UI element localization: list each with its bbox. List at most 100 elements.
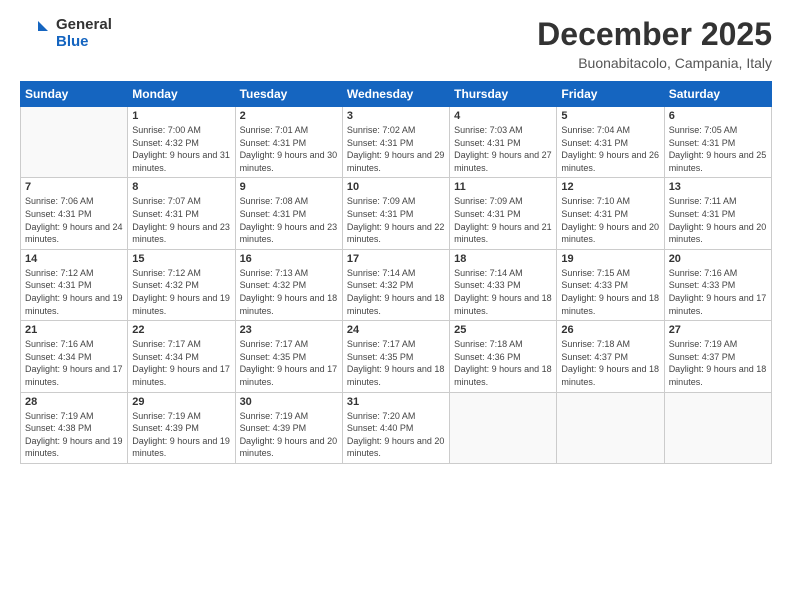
sunset-label: Sunset: 4:31 PM <box>669 209 736 219</box>
day-number: 19 <box>561 253 659 265</box>
sunset-label: Sunset: 4:31 PM <box>240 138 307 148</box>
day-info: Sunrise: 7:17 AM Sunset: 4:34 PM Daylight:… <box>132 338 230 388</box>
day-number: 21 <box>25 324 123 336</box>
day-number: 20 <box>669 253 767 265</box>
daylight-label: Daylight: 9 hours and 18 minutes. <box>561 293 659 316</box>
daylight-label: Daylight: 9 hours and 17 minutes. <box>25 364 123 387</box>
daylight-label: Daylight: 9 hours and 18 minutes. <box>347 364 445 387</box>
sunrise-label: Sunrise: 7:06 AM <box>25 196 94 206</box>
day-number: 18 <box>454 253 552 265</box>
day-number: 14 <box>25 253 123 265</box>
daylight-label: Daylight: 9 hours and 17 minutes. <box>132 364 230 387</box>
day-info: Sunrise: 7:17 AMSunset: 4:35 PMDaylight:… <box>347 338 445 388</box>
sunrise-label: Sunrise: 7:09 AM <box>347 196 416 206</box>
calendar-cell: 27Sunrise: 7:19 AMSunset: 4:37 PMDayligh… <box>664 321 771 392</box>
sunrise-label: Sunrise: 7:18 AM <box>561 339 630 349</box>
sunset-label: Sunset: 4:32 PM <box>132 138 199 148</box>
sunrise-label: Sunrise: 7:12 AM <box>132 268 201 278</box>
day-info: Sunrise: 7:12 AMSunset: 4:31 PMDaylight:… <box>25 267 123 317</box>
calendar-cell: 28Sunrise: 7:19 AMSunset: 4:38 PMDayligh… <box>21 392 128 463</box>
sunrise-label: Sunrise: 7:17 AM <box>132 339 201 349</box>
sunrise-label: Sunrise: 7:14 AM <box>454 268 523 278</box>
sunset-label: Sunset: 4:31 PM <box>347 138 414 148</box>
calendar-cell: 11 Sunrise: 7:09 AMSunset: 4:31 PMDayligh… <box>450 178 557 249</box>
day-number: 9 <box>240 181 338 193</box>
daylight-label: Daylight: 9 hours and 20 minutes. <box>561 222 659 245</box>
day-info: Sunrise: 7:05 AMSunset: 4:31 PMDaylight:… <box>669 124 767 174</box>
weekday-header: Sunday <box>21 82 128 107</box>
daylight-label: Daylight: 9 hours and 22 minutes. <box>347 222 445 245</box>
weekday-header: Tuesday <box>235 82 342 107</box>
day-info: Sunrise: 7:14 AMSunset: 4:32 PMDaylight:… <box>347 267 445 317</box>
sunset-label: Sunset: 4:38 PM <box>25 423 92 433</box>
weekday-header: Friday <box>557 82 664 107</box>
sunset-label: Sunset: 4:35 PM <box>240 352 307 362</box>
calendar-cell: 12Sunrise: 7:10 AMSunset: 4:31 PMDayligh… <box>557 178 664 249</box>
sunset-label: Sunset: 4:32 PM <box>240 280 307 290</box>
daylight-label: Daylight: 9 hours and 18 minutes. <box>347 293 445 316</box>
daylight-label: Daylight: 9 hours and 23 minutes. <box>240 222 338 245</box>
day-info: Sunrise: 7:07 AM Sunset: 4:31 PM Daylight:… <box>132 195 230 245</box>
sunrise-label: Sunrise: 7:15 AM <box>561 268 630 278</box>
day-info: Sunrise: 7:19 AMSunset: 4:39 PMDaylight:… <box>132 410 230 460</box>
day-number: 1 <box>132 110 230 122</box>
day-number: 13 <box>669 181 767 193</box>
calendar-cell: 10Sunrise: 7:09 AMSunset: 4:31 PMDayligh… <box>342 178 449 249</box>
calendar-cell: 7Sunrise: 7:06 AMSunset: 4:31 PMDaylight… <box>21 178 128 249</box>
day-number: 30 <box>240 396 338 408</box>
daylight-label: Daylight: 9 hours and 18 minutes. <box>454 364 552 387</box>
calendar-cell <box>664 392 771 463</box>
sunrise-label: Sunrise: 7:00 AM <box>132 125 201 135</box>
sunrise-label: Sunrise: 7:16 AM <box>669 268 738 278</box>
sunrise-label: Sunrise: 7:07 AM <box>132 196 201 206</box>
day-info: Sunrise: 7:15 AM Sunset: 4:33 PM Daylight:… <box>561 267 659 317</box>
daylight-label: Daylight: 9 hours and 20 minutes. <box>669 222 767 245</box>
day-number: 24 <box>347 324 445 336</box>
day-number: 31 <box>347 396 445 408</box>
sunset-label: Sunset: 4:31 PM <box>240 209 307 219</box>
day-info: Sunrise: 7:16 AMSunset: 4:33 PMDaylight:… <box>669 267 767 317</box>
day-info: Sunrise: 7:19 AMSunset: 4:39 PMDaylight:… <box>240 410 338 460</box>
day-info: Sunrise: 7:04 AMSunset: 4:31 PMDaylight:… <box>561 124 659 174</box>
day-info: Sunrise: 7:10 AMSunset: 4:31 PMDaylight:… <box>561 195 659 245</box>
day-number: 25 <box>454 324 552 336</box>
sunrise-label: Sunrise: 7:19 AM <box>240 411 309 421</box>
calendar-cell: 2Sunrise: 7:01 AMSunset: 4:31 PMDaylight… <box>235 107 342 178</box>
daylight-label: Daylight: 9 hours and 19 minutes. <box>25 436 123 459</box>
day-number: 7 <box>25 181 123 193</box>
calendar-cell: 25Sunrise: 7:18 AMSunset: 4:36 PMDayligh… <box>450 321 557 392</box>
header: GeneralBlue December 2025 Buonabitacolo,… <box>20 16 772 71</box>
day-info: Sunrise: 7:14 AMSunset: 4:33 PMDaylight:… <box>454 267 552 317</box>
sunset-label: Sunset: 4:39 PM <box>240 423 307 433</box>
daylight-label: Daylight: 9 hours and 23 minutes. <box>132 222 230 245</box>
sunrise-label: Sunrise: 7:03 AM <box>454 125 523 135</box>
sunset-label: Sunset: 4:31 PM <box>25 209 92 219</box>
day-number: 11 <box>454 181 552 193</box>
sunrise-label: Sunrise: 7:19 AM <box>132 411 201 421</box>
daylight-label: Daylight: 9 hours and 17 minutes. <box>669 293 767 316</box>
daylight-label: Daylight: 9 hours and 20 minutes. <box>347 436 445 459</box>
day-info: Sunrise: 7:12 AMSunset: 4:32 PMDaylight:… <box>132 267 230 317</box>
sunset-label: Sunset: 4:34 PM <box>132 352 199 362</box>
calendar-cell: 19 Sunrise: 7:15 AM Sunset: 4:33 PM Dayligh… <box>557 249 664 320</box>
logo-icon <box>20 17 52 49</box>
sunrise-label: Sunrise: 7:16 AM <box>25 339 94 349</box>
daylight-label: Daylight: 9 hours and 21 minutes. <box>454 222 552 245</box>
calendar-cell: 9Sunrise: 7:08 AMSunset: 4:31 PMDaylight… <box>235 178 342 249</box>
day-info: Sunrise: 7:09 AMSunset: 4:31 PMDaylight:… <box>454 195 552 245</box>
day-number: 2 <box>240 110 338 122</box>
daylight-label: Daylight: 9 hours and 18 minutes. <box>240 293 338 316</box>
day-info: Sunrise: 7:19 AMSunset: 4:37 PMDaylight:… <box>669 338 767 388</box>
day-number: 23 <box>240 324 338 336</box>
calendar-cell: 26Sunrise: 7:18 AMSunset: 4:37 PMDayligh… <box>557 321 664 392</box>
day-info: Sunrise: 7:02 AMSunset: 4:31 PMDaylight:… <box>347 124 445 174</box>
sunset-label: Sunset: 4:37 PM <box>669 352 736 362</box>
sunset-label: Sunset: 4:33 PM <box>561 280 628 290</box>
sunset-label: Sunset: 4:31 PM <box>347 209 414 219</box>
sunrise-label: Sunrise: 7:04 AM <box>561 125 630 135</box>
sunrise-label: Sunrise: 7:20 AM <box>347 411 416 421</box>
daylight-label: Daylight: 9 hours and 17 minutes. <box>240 364 338 387</box>
day-number: 28 <box>25 396 123 408</box>
sunset-label: Sunset: 4:31 PM <box>132 209 199 219</box>
daylight-label: Daylight: 9 hours and 31 minutes. <box>132 150 230 173</box>
